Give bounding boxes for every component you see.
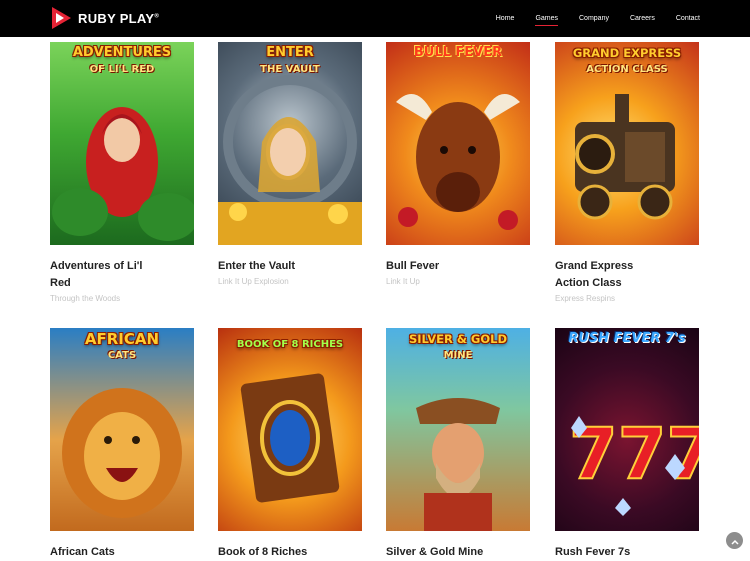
game-card[interactable]: ENTER THE VAULT Enter the Vault Link It … <box>218 42 362 286</box>
game-subtitle: Express Respins <box>555 294 616 303</box>
main-nav: Home Games Company Careers Contact <box>475 0 700 37</box>
game-thumbnail[interactable]: GRAND EXPRESS ACTION CLASS <box>555 42 699 245</box>
game-card[interactable]: GRAND EXPRESS ACTION CLASS Grand Express… <box>555 42 699 303</box>
game-thumbnail[interactable]: SILVER & GOLD MINE <box>386 328 530 531</box>
game-thumbnail[interactable]: BOOK OF 8 RICHES <box>218 328 362 531</box>
game-thumbnail[interactable]: AFRICAN CATS <box>50 328 194 531</box>
game-art-title: AFRICAN <box>84 330 160 348</box>
game-title[interactable]: Adventures of Li'l Red <box>50 258 165 292</box>
nav-home[interactable]: Home <box>496 15 515 22</box>
brand-name: RUBY PLAY® <box>78 10 160 26</box>
game-art-subtitle: ACTION CLASS <box>586 64 668 75</box>
game-card[interactable]: BULL FEVER Bull Fever Link It Up <box>386 42 530 286</box>
game-art-title: BOOK OF 8 RICHES <box>236 339 344 350</box>
game-title[interactable]: Grand Express Action Class <box>555 258 670 292</box>
game-art-title: SILVER & GOLD <box>408 332 508 346</box>
game-art-title: ENTER <box>266 45 314 60</box>
game-title[interactable]: Bull Fever <box>386 258 501 275</box>
game-title[interactable]: Rush Fever 7s <box>555 544 670 561</box>
top-navigation-bar: RUBY PLAY® Home Games Company Careers Co… <box>0 0 750 37</box>
game-subtitle: Through the Woods <box>50 294 121 303</box>
game-card[interactable]: AFRICAN CATS African Cats <box>50 328 194 561</box>
game-title[interactable]: Book of 8 Riches <box>218 544 333 561</box>
game-card[interactable]: SILVER & GOLD MINE Silver & Gold Mine <box>386 328 530 561</box>
rubyplay-logo[interactable]: RUBY PLAY® <box>50 6 159 30</box>
nav-careers[interactable]: Careers <box>630 15 655 22</box>
game-art-subtitle: THE VAULT <box>260 64 320 75</box>
svg-text:777: 777 <box>569 413 699 495</box>
nav-contact[interactable]: Contact <box>676 15 700 22</box>
game-subtitle: Link It Up <box>386 277 420 286</box>
chevron-up-icon <box>730 532 739 550</box>
game-art-subtitle: MINE <box>443 350 473 361</box>
game-thumbnail[interactable]: 777 RUSH FEVER 7's <box>555 328 699 531</box>
game-art-title: ADVENTURES <box>72 45 172 60</box>
game-thumbnail[interactable]: ENTER THE VAULT <box>218 42 362 245</box>
game-thumbnail[interactable]: BULL FEVER <box>386 42 530 245</box>
game-card[interactable]: BOOK OF 8 RICHES Book of 8 Riches <box>218 328 362 561</box>
game-thumbnail[interactable]: ADVENTURES OF LI'L RED <box>50 42 194 245</box>
game-card[interactable]: 777 RUSH FEVER 7's Rush Fever 7s <box>555 328 699 561</box>
game-art-title: RUSH FEVER 7's <box>568 331 686 346</box>
game-title[interactable]: Enter the Vault <box>218 258 333 275</box>
play-logo-icon <box>50 6 72 30</box>
game-subtitle: Link It Up Explosion <box>218 277 289 286</box>
nav-company[interactable]: Company <box>579 15 609 22</box>
game-title[interactable]: African Cats <box>50 544 165 561</box>
game-art-title: BULL FEVER <box>413 45 503 60</box>
game-card[interactable]: ADVENTURES OF LI'L RED Adventures of Li'… <box>50 42 194 303</box>
game-art-subtitle: OF LI'L RED <box>89 64 155 75</box>
game-art-subtitle: CATS <box>107 350 137 361</box>
nav-games[interactable]: Games <box>535 15 558 26</box>
scroll-to-top-button[interactable] <box>726 532 743 549</box>
game-art-title: GRAND EXPRESS <box>572 46 682 60</box>
game-title[interactable]: Silver & Gold Mine <box>386 544 501 561</box>
